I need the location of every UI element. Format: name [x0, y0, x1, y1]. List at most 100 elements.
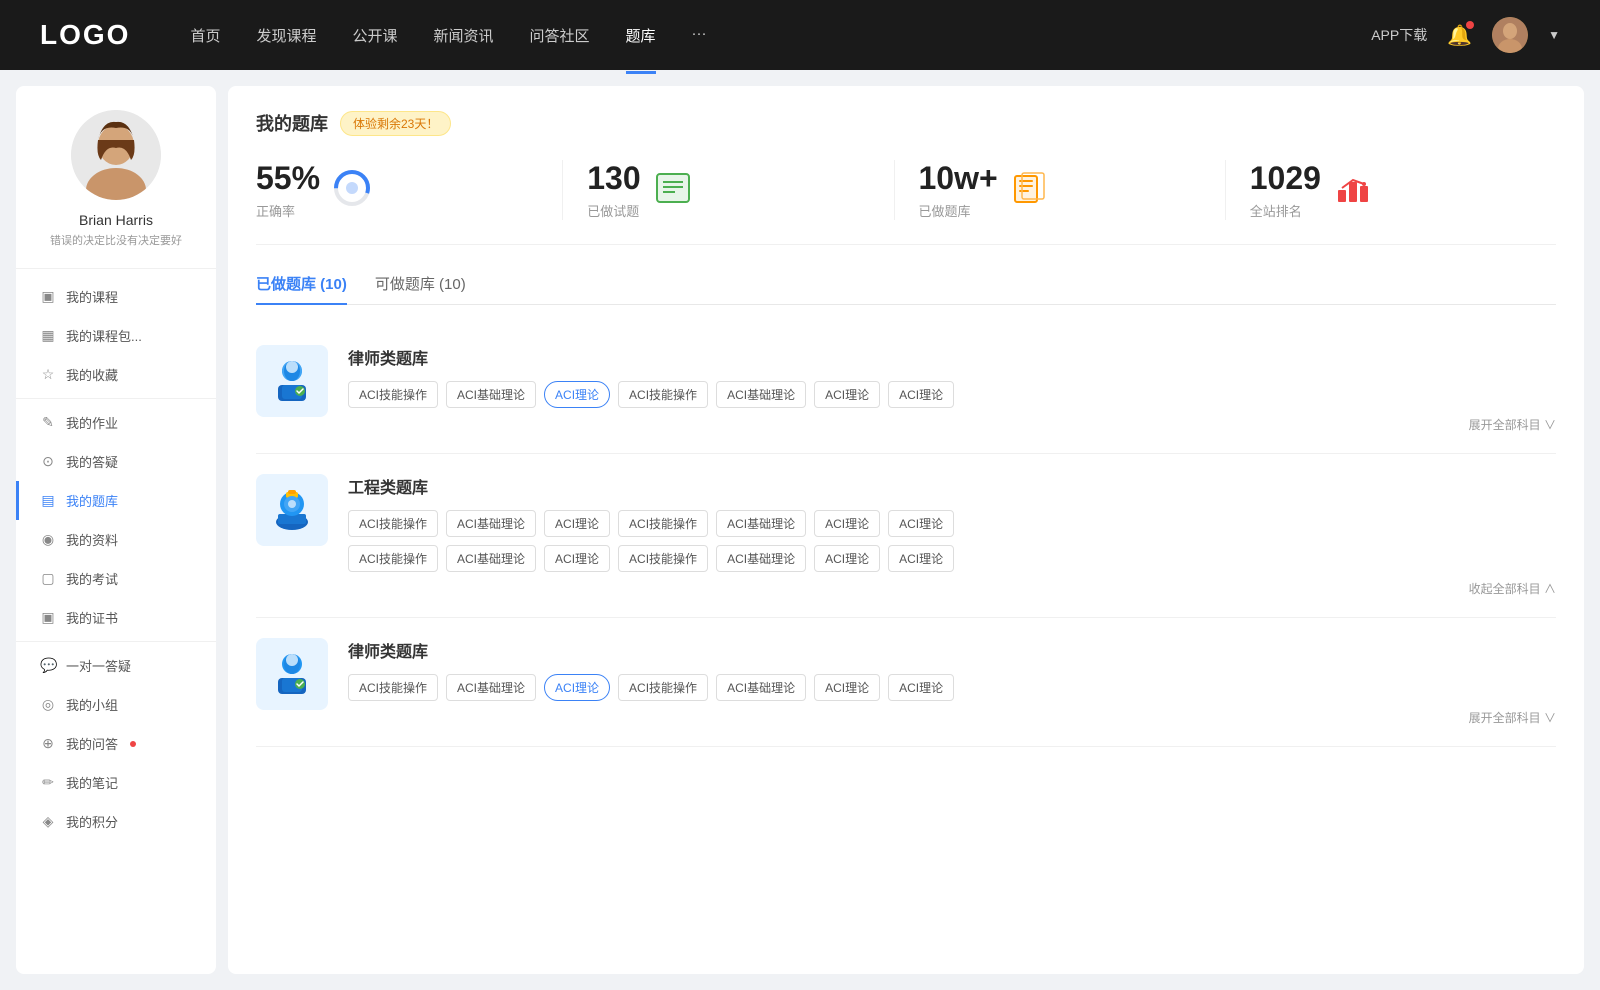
tag-3-4[interactable]: ACI技能操作	[618, 674, 708, 701]
tag-1-6[interactable]: ACI理论	[814, 381, 880, 408]
tag-1-1[interactable]: ACI技能操作	[348, 381, 438, 408]
notes-icon: ✏	[40, 774, 56, 791]
sidebar-item-cert[interactable]: ▣ 我的证书	[16, 598, 216, 637]
tag-2-13[interactable]: ACI理论	[814, 545, 880, 572]
nav-more[interactable]: ···	[692, 21, 707, 50]
page-header: 我的题库 体验剩余23天！	[256, 110, 1556, 136]
sidebar-item-1on1[interactable]: 💬 一对一答疑	[16, 646, 216, 685]
tag-3-1[interactable]: ACI技能操作	[348, 674, 438, 701]
tab-done[interactable]: 已做题库 (10)	[256, 273, 347, 304]
tag-1-7[interactable]: ACI理论	[888, 381, 954, 408]
trial-badge: 体验剩余23天！	[340, 111, 451, 136]
chat-icon: 💬	[40, 657, 56, 674]
tag-2-12[interactable]: ACI基础理论	[716, 545, 806, 572]
tag-2-4[interactable]: ACI技能操作	[618, 510, 708, 537]
tag-2-10[interactable]: ACI理论	[544, 545, 610, 572]
tag-3-3[interactable]: ACI理论	[544, 674, 610, 701]
sidebar-item-notes[interactable]: ✏ 我的笔记	[16, 763, 216, 802]
nav-qbank[interactable]: 题库	[626, 21, 656, 50]
done-banks-icon	[1010, 168, 1050, 213]
tag-1-5[interactable]: ACI基础理论	[716, 381, 806, 408]
tag-3-7[interactable]: ACI理论	[888, 674, 954, 701]
tab-available[interactable]: 可做题库 (10)	[375, 273, 466, 304]
sidebar-label-exam: 我的考试	[66, 569, 118, 588]
tag-2-2[interactable]: ACI基础理论	[446, 510, 536, 537]
navbar: LOGO 首页 发现课程 公开课 新闻资讯 问答社区 题库 ··· APP下载 …	[0, 0, 1600, 70]
tag-3-2[interactable]: ACI基础理论	[446, 674, 536, 701]
tag-3-6[interactable]: ACI理论	[814, 674, 880, 701]
nav-discover[interactable]: 发现课程	[256, 21, 316, 50]
qbank-title-3: 律师类题库	[348, 638, 1556, 662]
tag-3-5[interactable]: ACI基础理论	[716, 674, 806, 701]
rank-label: 全站排名	[1250, 201, 1321, 220]
stat-rank: 1029 全站排名	[1226, 160, 1556, 220]
expand-btn-3[interactable]: 展开全部科目 ∨	[348, 701, 1556, 726]
stats-row: 55% 正确率 130 已做试题	[256, 160, 1556, 245]
page-layout: Brian Harris 错误的决定比没有决定要好 ▣ 我的课程 ▦ 我的课程包…	[0, 70, 1600, 990]
nav-news[interactable]: 新闻资讯	[434, 21, 494, 50]
homework-icon: ✎	[40, 414, 56, 431]
tag-2-1[interactable]: ACI技能操作	[348, 510, 438, 537]
tag-2-5[interactable]: ACI基础理论	[716, 510, 806, 537]
qbank-tags-2-row1: ACI技能操作 ACI基础理论 ACI理论 ACI技能操作 ACI基础理论 AC…	[348, 510, 1556, 537]
tag-2-9[interactable]: ACI基础理论	[446, 545, 536, 572]
done-questions-icon	[653, 168, 693, 213]
nav-qa[interactable]: 问答社区	[530, 21, 590, 50]
sidebar-item-mydata[interactable]: ◉ 我的资料	[16, 520, 216, 559]
sidebar-item-points[interactable]: ◈ 我的积分	[16, 802, 216, 841]
done-banks-label: 已做题库	[919, 201, 998, 220]
qbank-title-2: 工程类题库	[348, 474, 1556, 498]
accuracy-icon	[332, 168, 372, 213]
sidebar-item-favorites[interactable]: ☆ 我的收藏	[16, 355, 216, 394]
tag-2-8[interactable]: ACI技能操作	[348, 545, 438, 572]
qbank-item-1: 律师类题库 ACI技能操作 ACI基础理论 ACI理论 ACI技能操作 ACI基…	[256, 325, 1556, 454]
nav-opencourse[interactable]: 公开课	[352, 21, 397, 50]
tag-2-7[interactable]: ACI理论	[888, 510, 954, 537]
sidebar-username: Brian Harris	[79, 212, 153, 228]
sidebar-label-questions: 我的问答	[66, 734, 118, 753]
star-icon: ☆	[40, 366, 56, 383]
qbank-content-2: 工程类题库 ACI技能操作 ACI基础理论 ACI理论 ACI技能操作 ACI基…	[348, 474, 1556, 597]
expand-btn-1[interactable]: 展开全部科目 ∨	[348, 408, 1556, 433]
sidebar-label-cert: 我的证书	[66, 608, 118, 627]
tag-1-2[interactable]: ACI基础理论	[446, 381, 536, 408]
stat-rank-info: 1029 全站排名	[1250, 160, 1321, 220]
sidebar-item-group[interactable]: ◎ 我的小组	[16, 685, 216, 724]
accuracy-label: 正确率	[256, 201, 320, 220]
app-download-btn[interactable]: APP下载	[1371, 25, 1427, 45]
sidebar-item-exam[interactable]: ▢ 我的考试	[16, 559, 216, 598]
nav-home[interactable]: 首页	[190, 21, 220, 50]
points-icon: ◈	[40, 813, 56, 830]
sidebar-label-1on1: 一对一答疑	[66, 656, 131, 675]
tag-2-11[interactable]: ACI技能操作	[618, 545, 708, 572]
user-avatar[interactable]	[1492, 17, 1528, 53]
sidebar-label-mycourse: 我的课程	[66, 287, 118, 306]
qbank-item-3: 律师类题库 ACI技能操作 ACI基础理论 ACI理论 ACI技能操作 ACI基…	[256, 618, 1556, 747]
collapse-btn-2[interactable]: 收起全部科目 ∧	[348, 572, 1556, 597]
sidebar-divider-1	[16, 398, 216, 399]
tag-1-3[interactable]: ACI理论	[544, 381, 610, 408]
tag-2-3[interactable]: ACI理论	[544, 510, 610, 537]
sidebar-item-homework[interactable]: ✎ 我的作业	[16, 403, 216, 442]
stat-done-info: 130 已做试题	[587, 160, 640, 220]
stat-done-questions: 130 已做试题	[563, 160, 894, 220]
done-questions-value: 130	[587, 160, 640, 197]
sidebar-item-questions[interactable]: ⊕ 我的问答	[16, 724, 216, 763]
sidebar-label-mydata: 我的资料	[66, 530, 118, 549]
sidebar-motto: 错误的决定比没有决定要好	[50, 232, 182, 248]
sidebar-item-mycourse[interactable]: ▣ 我的课程	[16, 277, 216, 316]
sidebar-item-myqa[interactable]: ⊙ 我的答疑	[16, 442, 216, 481]
qbank-item-2: 工程类题库 ACI技能操作 ACI基础理论 ACI理论 ACI技能操作 ACI基…	[256, 454, 1556, 618]
sidebar-item-coursepackage[interactable]: ▦ 我的课程包...	[16, 316, 216, 355]
user-menu-chevron[interactable]: ▼	[1548, 28, 1560, 42]
tag-2-6[interactable]: ACI理论	[814, 510, 880, 537]
logo[interactable]: LOGO	[40, 19, 130, 51]
sidebar-label-coursepackage: 我的课程包...	[66, 326, 142, 345]
tag-1-4[interactable]: ACI技能操作	[618, 381, 708, 408]
qa-icon: ⊙	[40, 453, 56, 470]
avatar-image	[1492, 17, 1528, 53]
notification-bell[interactable]: 🔔	[1447, 23, 1472, 48]
tag-2-14[interactable]: ACI理论	[888, 545, 954, 572]
sidebar-item-qbank[interactable]: ▤ 我的题库	[16, 481, 216, 520]
qbank-list: 律师类题库 ACI技能操作 ACI基础理论 ACI理论 ACI技能操作 ACI基…	[256, 325, 1556, 747]
